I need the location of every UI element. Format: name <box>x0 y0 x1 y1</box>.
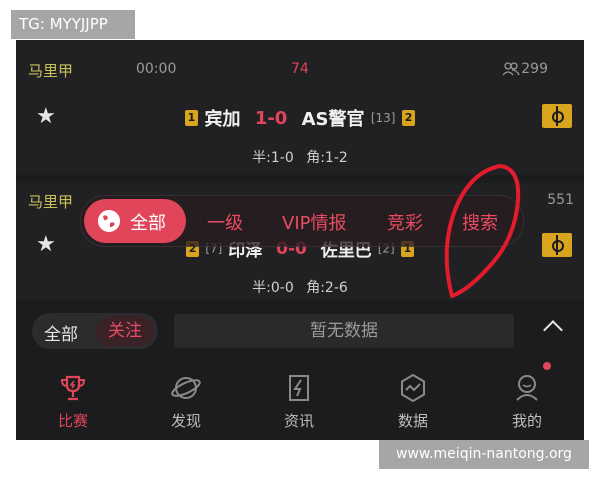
match-time: 00:00 <box>136 61 177 77</box>
halftime-score: 半:0-0 <box>252 280 294 296</box>
nav-item-me[interactable]: 我的 <box>487 362 567 431</box>
home-team: 宾加 <box>204 109 241 130</box>
pulse-hexagon-icon <box>401 373 425 403</box>
away-team: AS警官 <box>301 109 365 130</box>
no-data-message: 暂无数据 <box>174 314 514 348</box>
tab-level1[interactable]: 一级 <box>207 209 243 235</box>
nav-label: 资讯 <box>283 412 314 430</box>
league-name: 马里甲 <box>28 62 74 80</box>
tab-vip[interactable]: VIP情报 <box>282 209 346 235</box>
pitch-icon[interactable] <box>542 104 572 128</box>
nav-label: 我的 <box>511 412 542 430</box>
globe-icon <box>98 210 120 232</box>
watcher-count: 551 <box>547 192 574 208</box>
nav-item-discover[interactable]: 发现 <box>146 372 226 431</box>
match-score: 1-0 <box>254 107 288 129</box>
nav-item-data[interactable]: 数据 <box>373 372 453 431</box>
corner-count: 角:1-2 <box>306 150 348 166</box>
corner-count: 角:2-6 <box>306 280 348 296</box>
notification-dot <box>543 362 551 370</box>
watcher-count: 299 <box>521 61 548 77</box>
lightning-doc-icon <box>289 375 309 401</box>
people-icon <box>502 62 520 76</box>
watermark-top: TG: MYYJJPP <box>11 10 135 39</box>
nav-item-matches[interactable]: 比赛 <box>33 372 113 431</box>
tab-all-label: 全部 <box>130 213 166 234</box>
profile-icon <box>516 375 538 401</box>
filter-tab-bar: 全部 一级 VIP情报 竞彩 搜索 <box>80 195 524 247</box>
match-card[interactable]: 马里甲 00:00 74 299 ★ 1 宾加 1-0 AS警官 [13] 2 … <box>16 40 584 175</box>
nav-label: 发现 <box>170 412 201 430</box>
all-follow-toggle: 全部 关注 <box>32 313 158 349</box>
app-screen: 马里甲 00:00 74 299 ★ 1 宾加 1-0 AS警官 [13] 2 … <box>16 40 584 440</box>
segment-all[interactable]: 全部 <box>44 320 78 345</box>
trophy-icon <box>60 375 86 401</box>
match-teams: 1 宾加 1-0 AS警官 [13] 2 <box>16 105 584 131</box>
league-name: 马里甲 <box>28 193 74 211</box>
nav-label: 比赛 <box>57 412 88 430</box>
match-stats: 半:1-0 角:1-2 <box>16 147 584 167</box>
away-league-rank: [13] <box>370 111 396 125</box>
nav-item-news[interactable]: 资讯 <box>259 372 339 431</box>
tab-search[interactable]: 搜索 <box>462 209 498 235</box>
nav-label: 数据 <box>397 412 428 430</box>
tab-lottery[interactable]: 竞彩 <box>387 209 423 235</box>
pitch-icon[interactable] <box>542 233 572 257</box>
away-rank-badge: 2 <box>401 110 416 126</box>
list-toolbar: 全部 关注 暂无数据 <box>16 305 584 360</box>
halftime-score: 半:1-0 <box>252 150 294 166</box>
segment-follow[interactable]: 关注 <box>96 316 154 346</box>
tab-all[interactable]: 全部 <box>84 199 186 243</box>
bottom-nav: 比赛 发现 资讯 数据 我的 <box>16 362 584 440</box>
match-stats: 半:0-0 角:2-6 <box>16 277 584 297</box>
home-rank-badge: 1 <box>184 110 199 126</box>
planet-icon <box>171 377 201 399</box>
match-minute: 74 <box>291 61 309 77</box>
chevron-up-icon[interactable] <box>543 320 563 340</box>
watermark-bottom: www.meiqin-nantong.org <box>379 440 589 469</box>
